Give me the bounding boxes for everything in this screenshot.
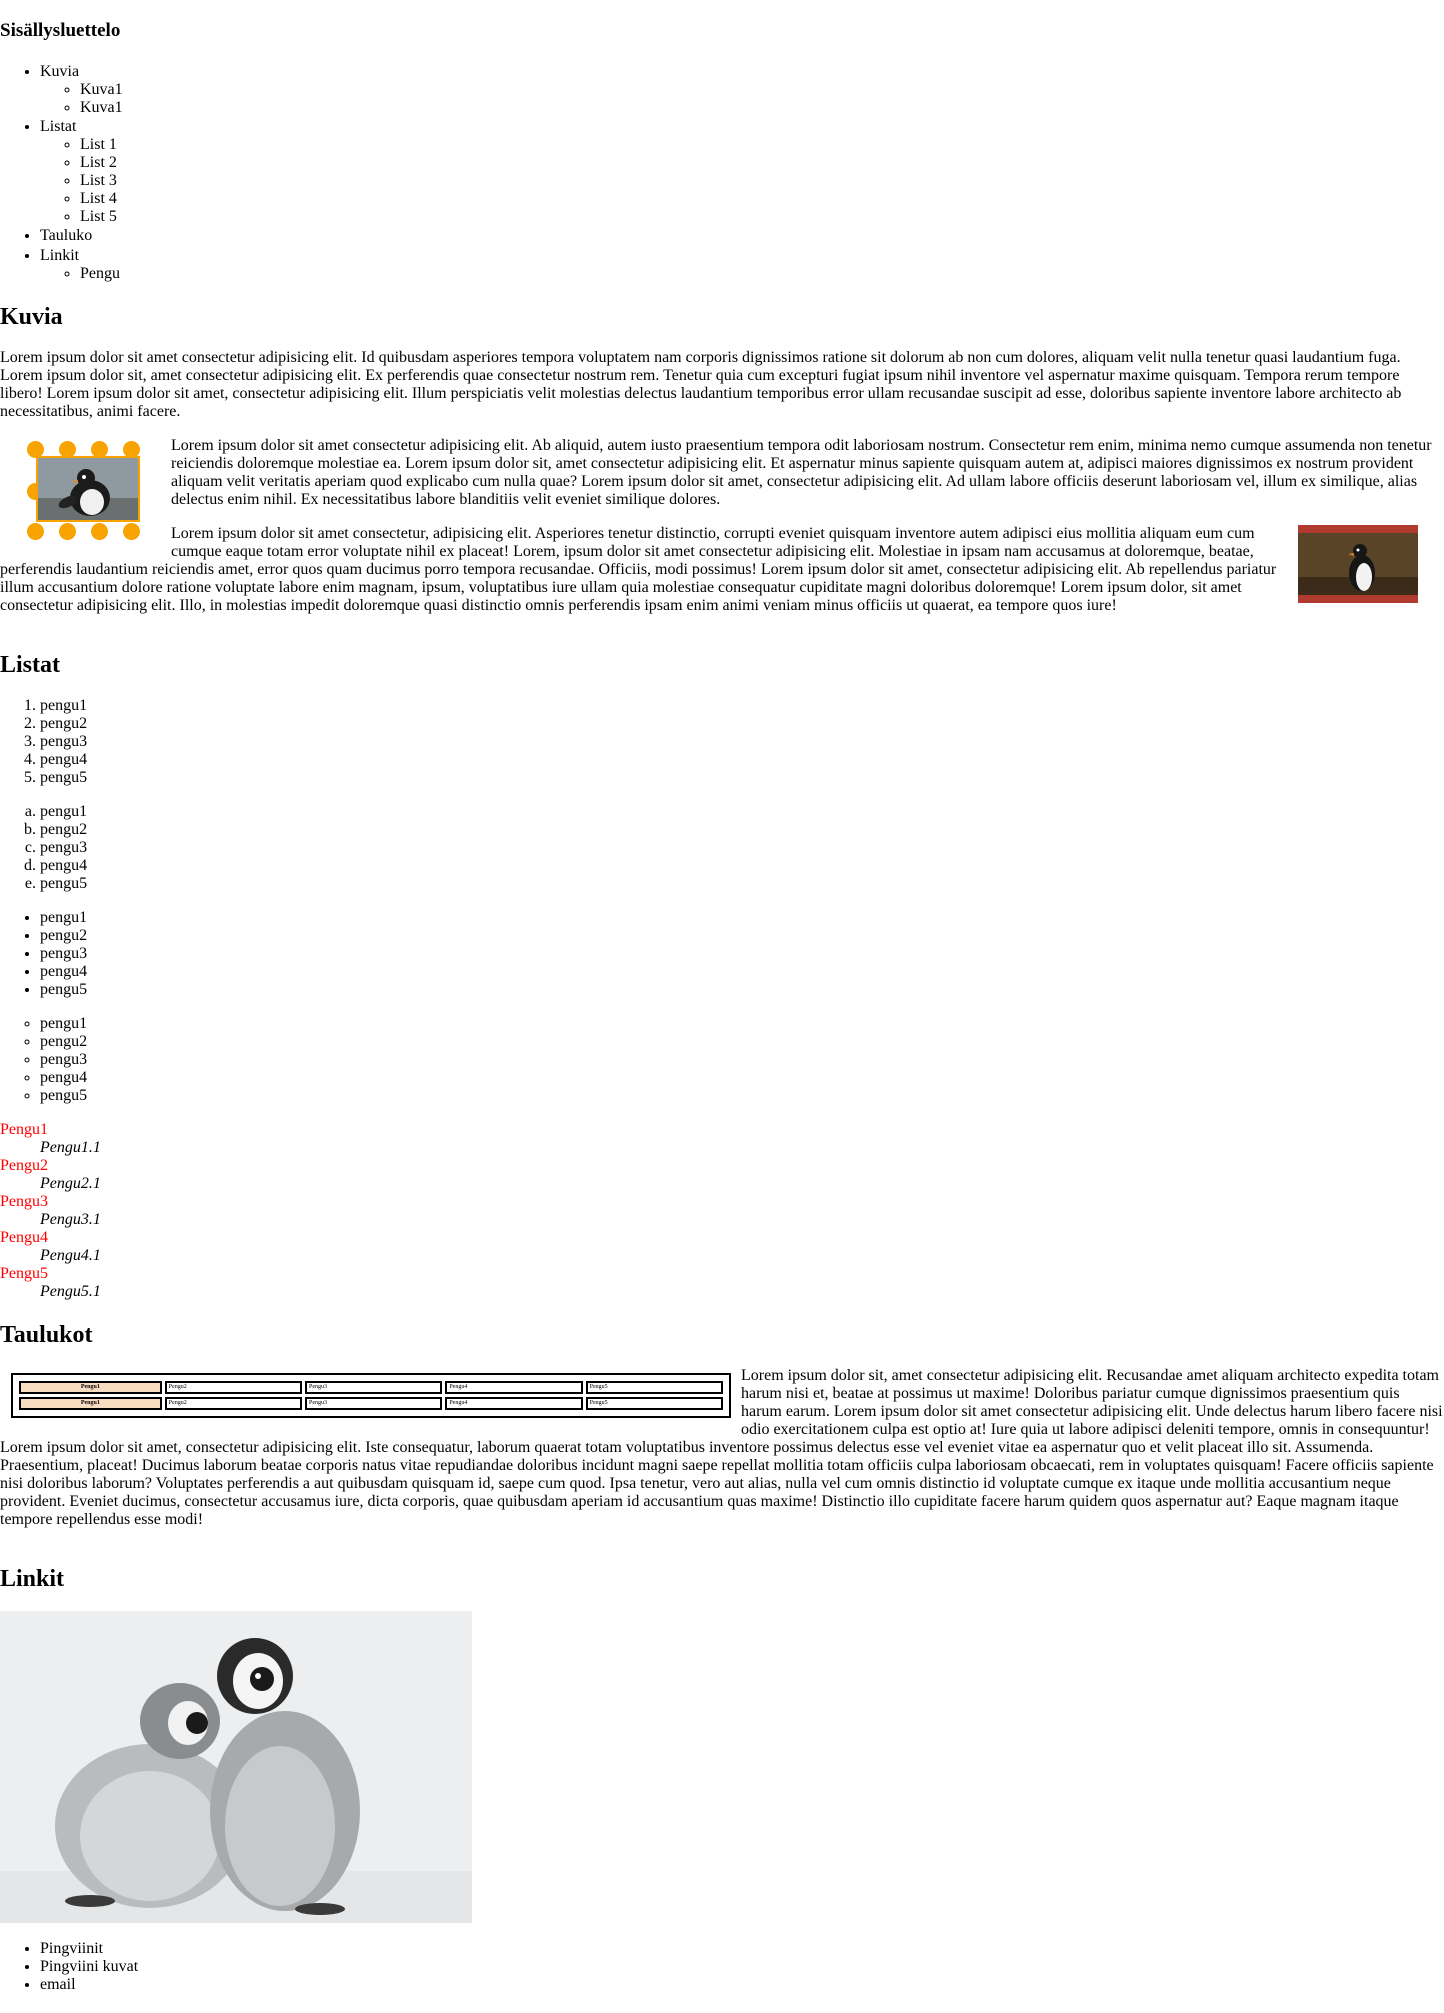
list-item: pengu4	[40, 963, 1444, 981]
toc-item-listat[interactable]: Listat List 1 List 2 List 3 List 4 List …	[40, 117, 1444, 226]
toc-title: Sisällysluettelo	[0, 20, 121, 41]
toc-item-kuvia[interactable]: Kuvia Kuva1 Kuva1	[40, 62, 1444, 117]
list-item: pengu1	[40, 697, 1444, 715]
list-item: pengu3	[40, 733, 1444, 751]
table-cell: Pengu2	[164, 1380, 302, 1394]
toc-sublink[interactable]: List 1	[80, 136, 117, 153]
pengu-table-wrapper: Pengu1 Pengu2 Pengu3 Pengu4 Pengu5 Pengu…	[11, 1372, 731, 1418]
section-heading-listat: Listat	[0, 651, 60, 678]
toc-subitem[interactable]: List 4	[80, 190, 1444, 208]
toc-sublink[interactable]: List 2	[80, 154, 117, 171]
toc-link[interactable]: Listat	[40, 118, 76, 135]
definition-term: Pengu4	[0, 1228, 48, 1246]
table-cell: Pengu2	[164, 1396, 302, 1410]
list-item[interactable]: Pingviinit	[40, 1940, 1444, 1958]
list-item: pengu4	[40, 857, 1444, 875]
toc-sublink[interactable]: Pengu	[80, 265, 120, 282]
section-heading-kuvia: Kuvia	[0, 303, 63, 330]
toc-sublink[interactable]: List 5	[80, 208, 117, 225]
table-cell: Pengu3	[305, 1380, 443, 1394]
link-pingviini-kuvat[interactable]: Pingviini kuvat	[40, 1958, 138, 1975]
list-item: pengu5	[40, 875, 1444, 893]
table-cell: Pengu4	[445, 1396, 583, 1410]
toc-subitem[interactable]: List 1	[80, 136, 1444, 154]
definition-term: Pengu3	[0, 1192, 48, 1210]
list-item: pengu2	[40, 927, 1444, 945]
list-item[interactable]: Pingviini kuvat	[40, 1958, 1444, 1976]
definition-desc: Pengu2.1	[40, 1174, 101, 1192]
toc-subitem[interactable]: List 3	[80, 172, 1444, 190]
toc-sublink[interactable]: Kuva1	[80, 81, 123, 98]
list-item: pengu2	[40, 821, 1444, 839]
definition-list: Pengu1 Pengu1.1 Pengu2 Pengu2.1 Pengu3 P…	[0, 1121, 1444, 1301]
table-cell: Pengu5	[585, 1380, 723, 1394]
toc-sublink[interactable]: List 4	[80, 190, 117, 207]
table-cell: Pengu1	[19, 1396, 162, 1410]
table-of-contents: Kuvia Kuva1 Kuva1 Listat List 1 List 2 L…	[0, 62, 1444, 283]
list-item: pengu1	[40, 909, 1444, 927]
section-heading-taulukot: Taulukot	[0, 1321, 93, 1348]
table-row: Pengu1 Pengu2 Pengu3 Pengu4 Pengu5	[19, 1396, 723, 1410]
links-list: Pingviinit Pingviini kuvat email	[0, 1940, 1444, 1994]
list-item: pengu3	[40, 945, 1444, 963]
list-item: pengu2	[40, 715, 1444, 733]
toc-item-tauluko[interactable]: Tauluko	[40, 226, 1444, 245]
kuvia-paragraph-1: Lorem ipsum dolor sit amet consectetur a…	[0, 348, 1402, 420]
toc-sublink[interactable]: Kuva1	[80, 99, 123, 116]
list-item: pengu5	[40, 981, 1444, 999]
toc-link[interactable]: Linkit	[40, 247, 79, 264]
penguin-photo	[36, 455, 140, 522]
pengu-table: Pengu1 Pengu2 Pengu3 Pengu4 Pengu5 Pengu…	[16, 1378, 726, 1413]
definition-term: Pengu2	[0, 1156, 48, 1174]
definition-term: Pengu5	[0, 1264, 48, 1282]
table-cell: Pengu4	[445, 1380, 583, 1394]
kuvia-paragraph-3: Lorem ipsum dolor sit amet consectetur, …	[0, 524, 1277, 614]
list-item: pengu5	[40, 1087, 1444, 1105]
unordered-list-disc: pengu1 pengu2 pengu3 pengu4 pengu5	[0, 909, 1444, 999]
toc-subitem[interactable]: List 5	[80, 208, 1444, 226]
penguin-image-red-frame	[1298, 524, 1418, 603]
penguin-chicks-photo	[0, 1610, 472, 1923]
list-item[interactable]: email	[40, 1976, 1444, 1994]
table-cell: Pengu1	[19, 1380, 162, 1394]
definition-desc: Pengu1.1	[40, 1138, 101, 1156]
toc-subitem[interactable]: List 2	[80, 154, 1444, 172]
toc-link[interactable]: Kuvia	[40, 63, 79, 80]
kuvia-paragraph-2: Lorem ipsum dolor sit amet consectetur a…	[171, 436, 1432, 508]
toc-sublink[interactable]: List 3	[80, 172, 117, 189]
link-pingviinit[interactable]: Pingviinit	[40, 1940, 103, 1957]
toc-subitem[interactable]: Pengu	[80, 265, 1444, 283]
definition-desc: Pengu5.1	[40, 1282, 101, 1300]
penguin-image-dotted-frame	[21, 440, 141, 541]
toc-item-linkit[interactable]: Linkit Pengu	[40, 246, 1444, 283]
list-item: pengu1	[40, 803, 1444, 821]
toc-subitem[interactable]: Kuva1	[80, 81, 1444, 99]
penguin-photo	[1298, 532, 1418, 595]
table-cell: Pengu5	[585, 1396, 723, 1410]
definition-desc: Pengu4.1	[40, 1246, 101, 1264]
list-item: pengu4	[40, 751, 1444, 769]
table-cell: Pengu3	[305, 1396, 443, 1410]
table-row: Pengu1 Pengu2 Pengu3 Pengu4 Pengu5	[19, 1380, 723, 1394]
list-item: pengu4	[40, 1069, 1444, 1087]
link-email[interactable]: email	[40, 1976, 76, 1993]
definition-term: Pengu1	[0, 1120, 48, 1138]
toc-subitem[interactable]: Kuva1	[80, 99, 1444, 117]
unordered-list-circle: pengu1 pengu2 pengu3 pengu4 pengu5	[0, 1015, 1444, 1105]
list-item: pengu1	[40, 1015, 1444, 1033]
toc-link[interactable]: Tauluko	[40, 227, 92, 244]
ordered-list-alpha: pengu1 pengu2 pengu3 pengu4 pengu5	[0, 803, 1444, 893]
list-item: pengu3	[40, 1051, 1444, 1069]
list-item: pengu5	[40, 769, 1444, 787]
list-item: pengu3	[40, 839, 1444, 857]
list-item: pengu2	[40, 1033, 1444, 1051]
section-heading-linkit: Linkit	[0, 1565, 65, 1592]
definition-desc: Pengu3.1	[40, 1210, 101, 1228]
ordered-list-decimal: pengu1 pengu2 pengu3 pengu4 pengu5	[0, 697, 1444, 787]
